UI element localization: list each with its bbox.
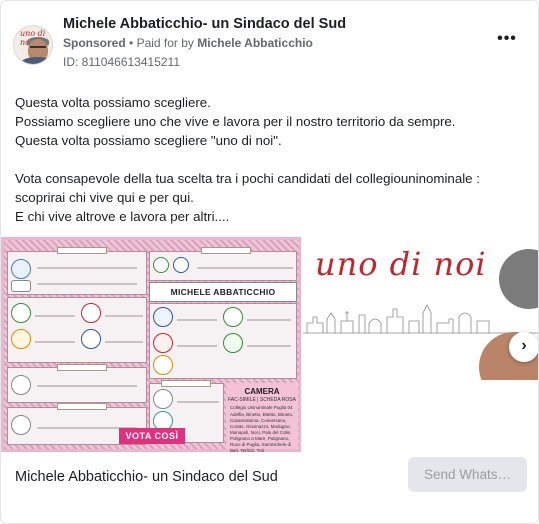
party-symbol bbox=[11, 259, 31, 279]
post-text: Questa volta possiamo scegliere. Possiam… bbox=[15, 93, 530, 226]
carousel-slide-uno-di-noi[interactable]: uno di noi bbox=[303, 237, 538, 380]
slide-script-title: uno di noi bbox=[315, 245, 487, 283]
ballot-label bbox=[57, 247, 107, 254]
ballot-line bbox=[35, 315, 75, 317]
post-paragraph-1: Questa volta possiamo scegliere. Possiam… bbox=[15, 95, 456, 148]
ballot-line bbox=[247, 345, 291, 347]
party-symbol bbox=[11, 329, 31, 349]
ballot-line bbox=[35, 341, 75, 343]
ad-card: uno di noi Michele Abbaticchio- un Sinda… bbox=[0, 0, 539, 524]
ballot-line bbox=[197, 267, 293, 269]
post-spacer bbox=[15, 150, 530, 169]
party-symbol bbox=[11, 303, 31, 323]
party-symbol bbox=[153, 333, 173, 353]
party-symbol bbox=[11, 375, 31, 395]
ballot-line bbox=[177, 319, 217, 321]
camera-title: CAMERA bbox=[244, 387, 280, 396]
party-symbol bbox=[223, 333, 243, 353]
ballot-label bbox=[201, 247, 251, 254]
party-symbol bbox=[153, 355, 173, 375]
sponsored-label: Sponsored bbox=[63, 36, 126, 50]
ballot-line bbox=[37, 385, 137, 387]
sponsored-line: Sponsored • Paid for by Michele Abbaticc… bbox=[63, 36, 313, 50]
ballot-box bbox=[149, 251, 297, 281]
vota-cosi-badge: VOTA COSÌ bbox=[119, 428, 185, 444]
ballot-label bbox=[161, 380, 211, 387]
chevron-right-icon[interactable]: › bbox=[509, 332, 538, 362]
paid-for-by-prefix: Paid for by bbox=[136, 36, 194, 50]
party-symbol bbox=[81, 303, 101, 323]
page-name-link[interactable]: Michele Abbaticchio- un Sindaco del Sud bbox=[63, 16, 346, 32]
ballot-line bbox=[37, 283, 137, 285]
avatar-glasses bbox=[30, 46, 46, 50]
camera-subtitle: FAC-SIMILE | SCHEDA ROSA bbox=[228, 397, 296, 403]
party-symbol bbox=[11, 415, 31, 435]
ballot-line bbox=[177, 345, 217, 347]
party-symbol bbox=[223, 307, 243, 327]
page-avatar[interactable]: uno di noi bbox=[13, 25, 53, 65]
party-symbol bbox=[153, 389, 173, 409]
post-paragraph-2: Vota consapevole della tua scelta tra i … bbox=[15, 171, 480, 224]
party-symbol bbox=[81, 329, 101, 349]
ballot-label bbox=[57, 403, 107, 410]
ballot-line bbox=[37, 267, 137, 269]
camera-collegio: Collegio Uninominale Puglia 04 bbox=[230, 405, 293, 410]
party-symbol bbox=[173, 257, 189, 273]
candidate-name: MICHELE ABBATICCHIO bbox=[149, 282, 297, 302]
ballot-line bbox=[247, 319, 291, 321]
city-skyline-illustration bbox=[303, 304, 538, 334]
slide-blank-area bbox=[303, 380, 538, 452]
party-symbol bbox=[11, 280, 31, 292]
meta-separator: • bbox=[129, 36, 134, 50]
ad-id: ID: 811046613415211 bbox=[63, 55, 180, 69]
ballot-line bbox=[105, 315, 143, 317]
camera-info-box: CAMERA FAC-SIMILE | SCHEDA ROSA Collegio… bbox=[226, 383, 298, 452]
footer-page-title[interactable]: Michele Abbaticchio- un Sindaco del Sud bbox=[15, 469, 278, 485]
party-symbol bbox=[153, 257, 169, 273]
image-carousel[interactable]: MICHELE ABBATICCHIO CAMERA FAC-SIMILE | … bbox=[1, 237, 538, 452]
ballot-label bbox=[57, 364, 107, 371]
send-whatsapp-button[interactable]: Send Whats… bbox=[408, 457, 527, 492]
carousel-slide-ballot[interactable]: MICHELE ABBATICCHIO CAMERA FAC-SIMILE | … bbox=[1, 237, 302, 452]
ballot-line bbox=[105, 341, 143, 343]
paid-for-by-name: Michele Abbaticchio bbox=[197, 36, 313, 50]
party-symbol bbox=[153, 307, 173, 327]
camera-towns: Adelfia, Binetto, Bitetto, Bitonto, Casa… bbox=[230, 412, 294, 452]
more-options-icon[interactable]: ••• bbox=[495, 31, 519, 51]
ballot-line bbox=[177, 401, 219, 403]
avatar-body bbox=[20, 57, 52, 64]
